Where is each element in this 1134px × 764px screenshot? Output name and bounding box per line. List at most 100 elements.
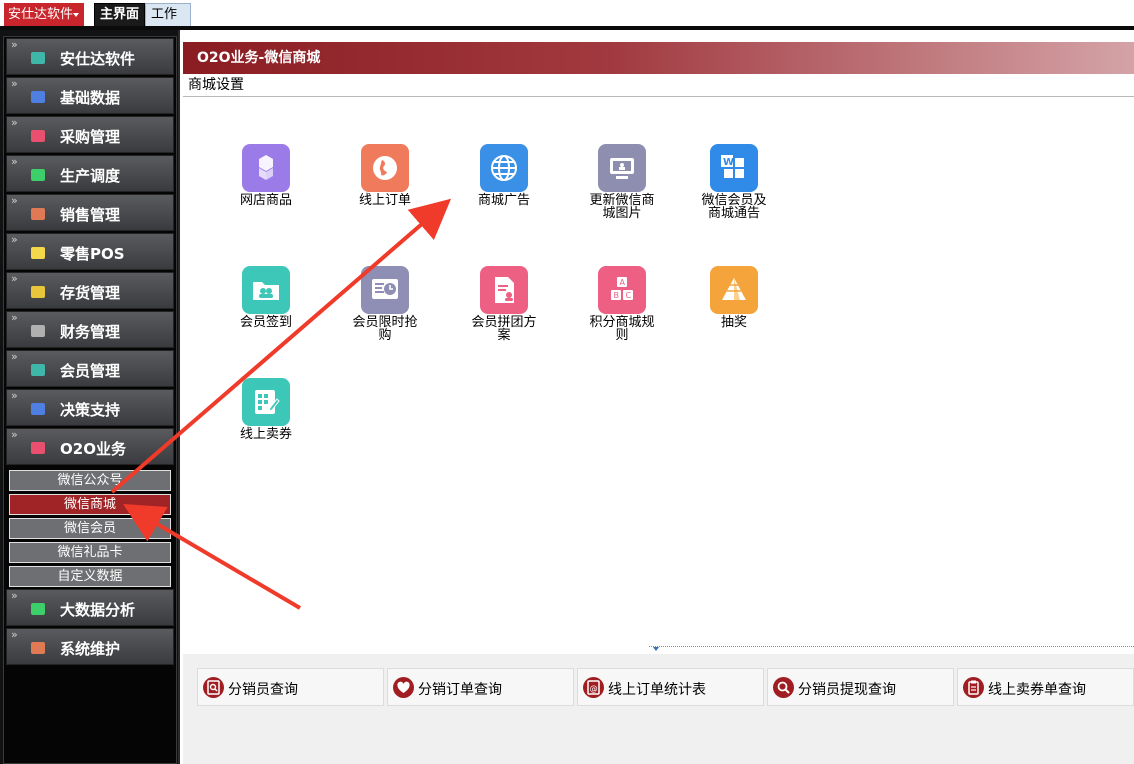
sidebar-item-label: 大数据分析	[60, 601, 136, 619]
svg-text:W: W	[723, 157, 734, 168]
document-person-icon	[480, 266, 528, 314]
svg-text:C: C	[626, 291, 632, 300]
tile-points-rules[interactable]: ABC 积分商城规则	[577, 266, 667, 342]
chevron-down-icon	[653, 647, 659, 651]
sidebar-item-label: 存货管理	[60, 284, 121, 302]
quick-link-order-stats[interactable]: @ 线上订单统计表	[577, 668, 764, 706]
tile-label: 积分商城规则	[589, 315, 655, 343]
orange-cube-icon	[31, 208, 45, 220]
tile-label: 会员签到	[239, 315, 292, 330]
at-doc-icon: @	[583, 677, 604, 698]
tile-label: 会员拼团方案	[471, 315, 537, 343]
sidebar-item-label: 零售POS	[60, 245, 125, 263]
tile-label: 商城广告	[477, 193, 530, 208]
quick-link-coupon-orders[interactable]: 线上卖券单查询	[957, 668, 1134, 706]
green-cube-icon	[31, 169, 45, 181]
sidebar-item-members[interactable]: » 会员管理	[6, 350, 174, 387]
chevron-right-icon: »	[11, 589, 18, 602]
sidebar-item-label: O2O业务	[60, 440, 126, 458]
sidebar-item-sales[interactable]: » 销售管理	[6, 194, 174, 231]
teal-cube-icon	[31, 52, 45, 64]
quick-link-label: 分销员查询	[228, 682, 298, 698]
blue-cube-icon	[31, 91, 45, 103]
splitter-bar[interactable]	[649, 646, 1134, 654]
app-menu-button[interactable]: 安仕达软件	[4, 3, 84, 26]
quick-link-withdrawal-query[interactable]: 分销员提现查询	[767, 668, 954, 706]
chevron-down-icon	[73, 13, 79, 17]
tile-label: 微信会员及商城通告	[701, 193, 767, 221]
page-title: O2O业务-微信商城	[183, 42, 1134, 74]
quick-link-label: 分销订单查询	[418, 682, 502, 698]
magnifier-icon	[773, 677, 794, 698]
tile-member-notice[interactable]: W 微信会员及商城通告	[689, 144, 779, 220]
chevron-right-icon: »	[11, 272, 18, 285]
sidebar-item-label: 采购管理	[60, 128, 121, 146]
tile-group-buy[interactable]: 会员拼团方案	[459, 266, 549, 342]
chevron-right-icon: »	[11, 233, 18, 246]
quick-link-distribution-orders[interactable]: 分销订单查询	[387, 668, 574, 706]
sidebar-item-system[interactable]: » 系统维护	[6, 628, 174, 665]
chevron-right-icon: »	[11, 389, 18, 402]
chevron-right-icon: »	[11, 194, 18, 207]
tile-shop-goods[interactable]: 网店商品	[221, 144, 311, 207]
subitem-wechat-mall[interactable]: 微信商城	[9, 494, 171, 515]
chevron-right-icon: »	[11, 350, 18, 363]
subitem-custom-data[interactable]: 自定义数据	[9, 566, 171, 587]
sidebar-item-label: 销售管理	[60, 206, 121, 224]
sidebar-item-basic-data[interactable]: » 基础数据	[6, 77, 174, 114]
word-apps-icon: W	[710, 144, 758, 192]
sidebar-item-decision[interactable]: » 决策支持	[6, 389, 174, 426]
svg-text:B: B	[614, 291, 620, 300]
subitem-wechat-member[interactable]: 微信会员	[9, 518, 171, 539]
sidebar-item-label: 生产调度	[60, 167, 121, 185]
sidebar-item-label: 系统维护	[60, 640, 121, 658]
sidebar-item-purchase[interactable]: » 采购管理	[6, 116, 174, 153]
timer-board-icon	[361, 266, 409, 314]
heart-icon	[393, 677, 414, 698]
chevron-right-icon: »	[11, 628, 18, 641]
tile-label: 抽奖	[720, 315, 747, 330]
sidebar-item-inventory[interactable]: » 存货管理	[6, 272, 174, 309]
sidebar-item-production[interactable]: » 生产调度	[6, 155, 174, 192]
monitor-icon	[598, 144, 646, 192]
sidebar-item-finance[interactable]: » 财务管理	[6, 311, 174, 348]
sidebar-item-retail-pos[interactable]: » 零售POS	[6, 233, 174, 270]
tile-label: 线上订单	[358, 193, 411, 208]
sidebar-item-o2o[interactable]: » O2O业务	[6, 428, 174, 465]
tile-online-coupons[interactable]: 线上卖券	[221, 378, 311, 441]
tile-label: 线上卖券	[239, 427, 292, 442]
tile-lottery[interactable]: 抽奖	[689, 266, 779, 329]
quick-link-distributor-query[interactable]: 分销员查询	[197, 668, 384, 706]
tile-label: 更新微信商城图片	[589, 193, 655, 221]
app-menu-label: 安仕达软件	[8, 7, 74, 22]
quick-link-label: 分销员提现查询	[798, 682, 896, 698]
quick-link-label: 线上卖券单查询	[988, 682, 1086, 698]
sidebar-item-label: 会员管理	[60, 362, 121, 380]
tile-online-orders[interactable]: 线上订单	[340, 144, 430, 207]
tile-mall-ads[interactable]: 商城广告	[459, 144, 549, 207]
tile-flash-sale[interactable]: 会员限时抢购	[340, 266, 430, 342]
pink-cube-icon	[31, 130, 45, 142]
gray-cube-icon	[31, 325, 45, 337]
sidebar-item-anshida[interactable]: » 安仕达软件	[6, 38, 174, 75]
tile-update-mall-images[interactable]: 更新微信商城图片	[577, 144, 667, 220]
blue-cube-icon	[31, 403, 45, 415]
tile-member-checkin[interactable]: 会员签到	[221, 266, 311, 329]
tab-main[interactable]: 主界面	[94, 3, 146, 27]
subitem-wechat-official[interactable]: 微信公众号	[9, 470, 171, 491]
folder-users-icon	[242, 266, 290, 314]
pink-cube-icon	[31, 442, 45, 454]
tab-workbench[interactable]: 工作台	[145, 3, 191, 44]
sidebar-item-big-data[interactable]: » 大数据分析	[6, 589, 174, 626]
section-title: 商城设置	[183, 74, 1134, 97]
sidebar-item-label: 基础数据	[60, 89, 121, 107]
sidebar-item-label: 安仕达软件	[60, 50, 136, 68]
yellow-cube-icon	[31, 247, 45, 259]
chevron-right-icon: »	[11, 38, 18, 51]
teal-cube-icon	[31, 364, 45, 376]
chevron-right-icon: »	[11, 77, 18, 90]
sidebar-item-label: 财务管理	[60, 323, 121, 341]
clipboard-icon	[963, 677, 984, 698]
subitem-wechat-giftcard[interactable]: 微信礼品卡	[9, 542, 171, 563]
globe-grid-icon	[480, 144, 528, 192]
